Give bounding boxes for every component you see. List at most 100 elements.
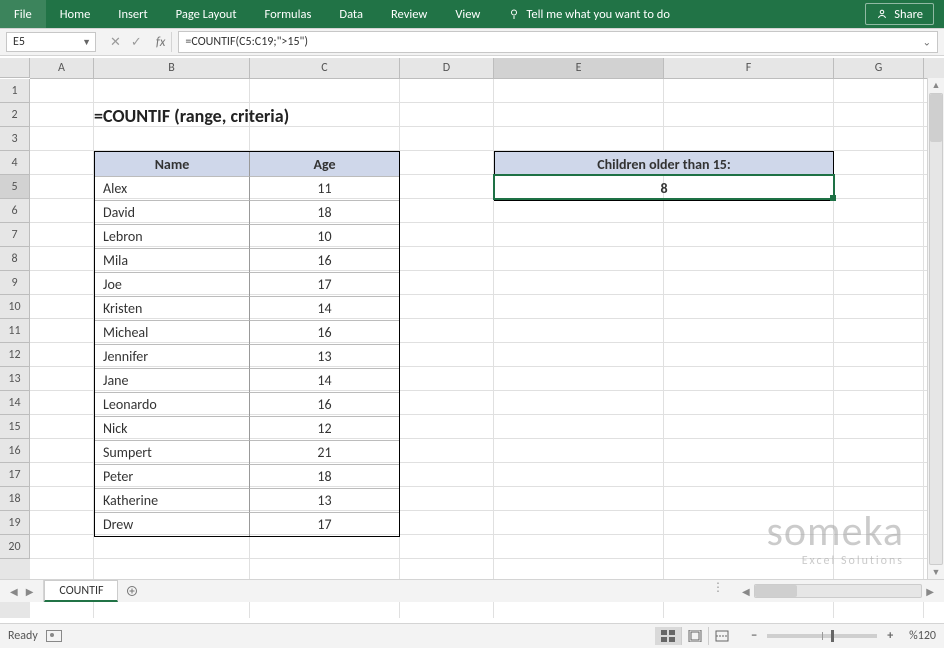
table-row[interactable]: Nick12 (95, 416, 399, 440)
table-cell-name[interactable]: Sumpert (95, 440, 250, 464)
table-cell-age[interactable]: 14 (250, 368, 399, 392)
result-label[interactable]: Children older than 15: (495, 152, 833, 176)
table-cell-age[interactable]: 18 (250, 464, 399, 488)
tellme-search[interactable]: Tell me what you want to do (494, 0, 684, 28)
table-cell-name[interactable]: Lebron (95, 224, 250, 248)
column-header-E[interactable]: E (494, 58, 664, 78)
tab-prev-icon[interactable]: ◀ (10, 585, 18, 598)
expand-formula-icon[interactable]: ⌄ (923, 36, 931, 49)
macro-record-icon[interactable] (46, 630, 62, 642)
table-cell-name[interactable]: Kristen (95, 296, 250, 320)
zoom-slider[interactable] (767, 634, 877, 638)
table-cell-name[interactable]: Nick (95, 416, 250, 440)
table-cell-name[interactable]: Jane (95, 368, 250, 392)
column-header-D[interactable]: D (400, 58, 494, 78)
zoom-control[interactable]: − + %120 (747, 629, 936, 643)
table-row[interactable]: Mila16 (95, 248, 399, 272)
fx-label[interactable]: fx (156, 32, 173, 52)
name-box[interactable]: E5 ▼ (6, 32, 96, 52)
table-row[interactable]: Lebron10 (95, 224, 399, 248)
row-header-9[interactable]: 9 (0, 271, 30, 295)
row-header-12[interactable]: 12 (0, 343, 30, 367)
table-row[interactable]: Jane14 (95, 368, 399, 392)
table-cell-name[interactable]: Peter (95, 464, 250, 488)
row-header-19[interactable]: 19 (0, 511, 30, 535)
zoom-out-button[interactable]: − (747, 629, 761, 643)
table-cell-age[interactable]: 14 (250, 296, 399, 320)
horizontal-scrollbar[interactable]: ◀ ▶ (732, 580, 944, 602)
table-row[interactable]: Jennifer13 (95, 344, 399, 368)
view-pagebreak-button[interactable] (708, 627, 735, 645)
table-cell-name[interactable]: Alex (95, 176, 250, 200)
column-header-C[interactable]: C (250, 58, 400, 78)
row-header-16[interactable]: 16 (0, 439, 30, 463)
ribbon-tab-file[interactable]: File (0, 0, 46, 28)
formula-input[interactable]: =COUNTIF(C5:C19;">15") ⌄ (178, 31, 938, 53)
scroll-right-icon[interactable]: ▶ (922, 585, 938, 598)
scroll-left-icon[interactable]: ◀ (738, 585, 754, 598)
ribbon-tab-view[interactable]: View (441, 0, 494, 28)
table-row[interactable]: Kristen14 (95, 296, 399, 320)
row-header-15[interactable]: 15 (0, 415, 30, 439)
table-row[interactable]: Katherine13 (95, 488, 399, 512)
row-header-20[interactable]: 20 (0, 535, 30, 559)
table-cell-age[interactable]: 16 (250, 248, 399, 272)
tab-split-handle[interactable]: ⋮ (704, 580, 732, 602)
confirm-icon[interactable]: ✓ (131, 35, 142, 50)
table-cell-age[interactable]: 11 (250, 176, 399, 200)
add-sheet-button[interactable] (118, 580, 146, 602)
table-cell-age[interactable]: 16 (250, 320, 399, 344)
column-header-A[interactable]: A (30, 58, 94, 78)
table-cell-age[interactable]: 16 (250, 392, 399, 416)
table-row[interactable]: Drew17 (95, 512, 399, 536)
share-button[interactable]: Share (865, 3, 934, 25)
ribbon-tab-data[interactable]: Data (325, 0, 377, 28)
row-header-5[interactable]: 5 (0, 175, 30, 199)
table-row[interactable]: Micheal16 (95, 320, 399, 344)
view-normal-button[interactable] (655, 627, 681, 645)
row-header-10[interactable]: 10 (0, 295, 30, 319)
table-cell-age[interactable]: 10 (250, 224, 399, 248)
column-header-B[interactable]: B (94, 58, 250, 78)
view-pagelayout-button[interactable] (681, 627, 708, 645)
ribbon-tab-review[interactable]: Review (377, 0, 441, 28)
table-row[interactable]: Sumpert21 (95, 440, 399, 464)
result-value[interactable]: 8 (495, 176, 833, 200)
table-cell-age[interactable]: 17 (250, 272, 399, 296)
row-header-7[interactable]: 7 (0, 223, 30, 247)
vertical-scrollbar[interactable]: ▲ ▼ (927, 78, 944, 580)
sheet-tab-countif[interactable]: COUNTIF (44, 580, 118, 602)
table-cell-age[interactable]: 18 (250, 200, 399, 224)
tab-navigation[interactable]: ◀ ▶ (0, 580, 44, 602)
ribbon-tab-home[interactable]: Home (46, 0, 105, 28)
column-header-F[interactable]: F (664, 58, 834, 78)
table-header-age[interactable]: Age (250, 152, 399, 176)
table-row[interactable]: Alex11 (95, 176, 399, 200)
zoom-in-button[interactable]: + (883, 629, 897, 643)
scroll-up-icon[interactable]: ▲ (932, 78, 941, 93)
table-cell-age[interactable]: 17 (250, 512, 399, 536)
table-cell-name[interactable]: David (95, 200, 250, 224)
select-all-corner[interactable] (0, 58, 30, 78)
row-header-3[interactable]: 3 (0, 127, 30, 151)
ribbon-tab-page-layout[interactable]: Page Layout (162, 0, 251, 28)
table-cell-name[interactable]: Mila (95, 248, 250, 272)
zoom-value[interactable]: %120 (909, 629, 936, 643)
table-cell-name[interactable]: Micheal (95, 320, 250, 344)
table-cell-name[interactable]: Joe (95, 272, 250, 296)
row-header-4[interactable]: 4 (0, 151, 30, 175)
row-header-11[interactable]: 11 (0, 319, 30, 343)
table-header-name[interactable]: Name (95, 152, 250, 176)
table-row[interactable]: David18 (95, 200, 399, 224)
ribbon-tab-insert[interactable]: Insert (104, 0, 161, 28)
row-header-6[interactable]: 6 (0, 199, 30, 223)
table-row[interactable]: Leonardo16 (95, 392, 399, 416)
table-cell-name[interactable]: Jennifer (95, 344, 250, 368)
scroll-down-icon[interactable]: ▼ (932, 565, 941, 580)
table-row[interactable]: Joe17 (95, 272, 399, 296)
row-header-14[interactable]: 14 (0, 391, 30, 415)
row-header-13[interactable]: 13 (0, 367, 30, 391)
row-header-1[interactable]: 1 (0, 79, 30, 103)
table-cell-age[interactable]: 12 (250, 416, 399, 440)
row-header-18[interactable]: 18 (0, 487, 30, 511)
